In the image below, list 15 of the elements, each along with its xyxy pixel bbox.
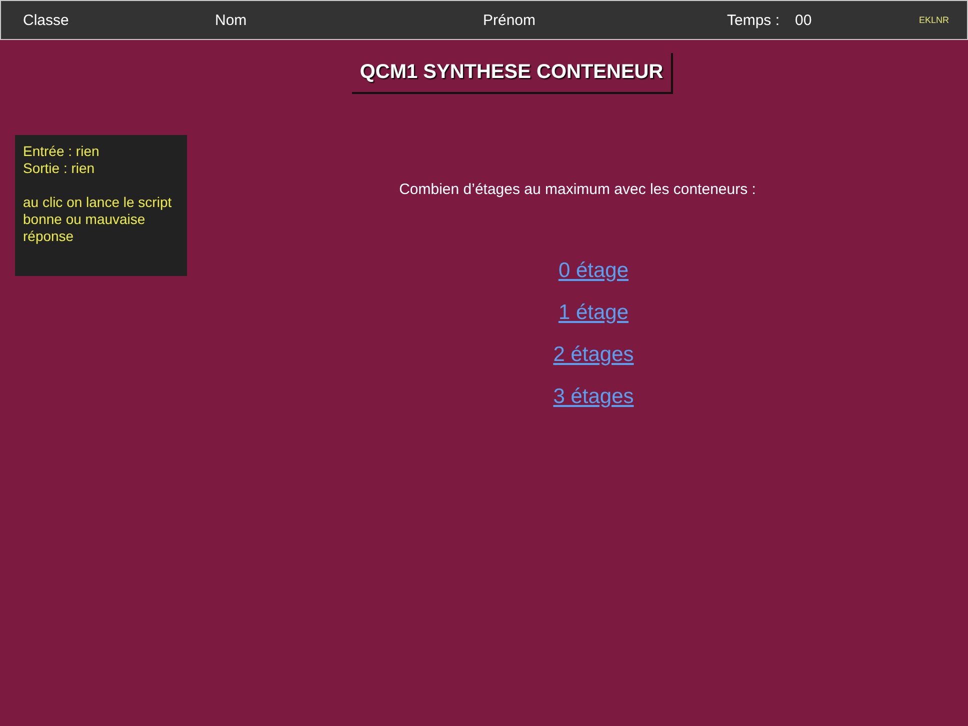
code-label: EKLNR bbox=[919, 15, 950, 25]
answer-link[interactable]: 3 étages bbox=[553, 384, 634, 410]
note-text: Entrée : rien bbox=[23, 143, 100, 160]
header-label: Prénom bbox=[483, 12, 537, 28]
header-label: Nom bbox=[215, 12, 248, 28]
note-text: Sortie : rien bbox=[23, 160, 95, 177]
answer-link[interactable]: 1 étage bbox=[558, 300, 629, 326]
question-text: Combien d’étages au maximum avec les conteneurs : bbox=[399, 181, 756, 198]
header-label: Temps : bbox=[727, 12, 781, 28]
answer-link[interactable]: 0 étage bbox=[558, 258, 629, 284]
note-text: au clic on lance le script bonne ou mauvaise réponse bbox=[23, 194, 173, 245]
answer-link[interactable]: 2 étages bbox=[553, 342, 634, 368]
page-title: QCM1 SYNTHESE CONTENEUR bbox=[352, 53, 674, 94]
timer-value: 00 bbox=[795, 12, 813, 28]
header-label: Classe bbox=[23, 12, 70, 28]
